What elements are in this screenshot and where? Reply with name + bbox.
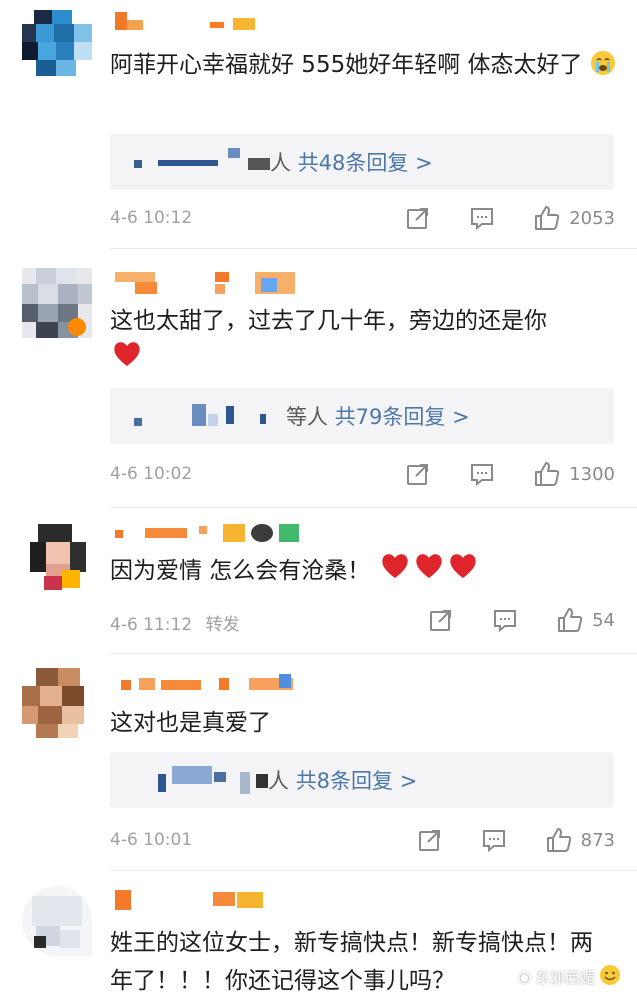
like-button[interactable]: 2053: [533, 204, 615, 232]
timestamp: 4-6 11:12: [110, 615, 193, 635]
watermark: ◉ 东邪西媚: [518, 964, 621, 990]
thumbs-up-icon: [556, 606, 584, 634]
avatar[interactable]: [22, 668, 92, 738]
smile-icon: [599, 964, 621, 990]
view-replies-link[interactable]: 共48条回复 >: [298, 151, 433, 175]
comment-icon: [492, 607, 518, 633]
username-blurred[interactable]: [115, 272, 305, 294]
share-button[interactable]: [405, 205, 431, 231]
comment-text: 这对也是真爱了: [110, 710, 271, 736]
like-count: 873: [580, 829, 615, 851]
share-button[interactable]: [417, 827, 443, 853]
share-button[interactable]: [405, 461, 431, 487]
like-count: 54: [592, 609, 615, 631]
timestamp: 4-6 10:02: [110, 464, 193, 484]
comment-text: 阿菲开心幸福就好 555她好年轻啊 体态太好了: [110, 46, 630, 88]
timestamp: 4-6 10:01: [110, 830, 193, 850]
username-blurred[interactable]: [115, 890, 275, 912]
avatar[interactable]: [22, 886, 92, 956]
comment-button[interactable]: [469, 461, 495, 487]
comment-button[interactable]: [469, 205, 495, 231]
like-button[interactable]: 1300: [533, 460, 615, 488]
comment-text: 这也太甜了，过去了几十年，旁边的还是你: [110, 302, 630, 378]
like-count: 1300: [569, 463, 615, 485]
thumbs-up-icon: [533, 204, 561, 232]
timestamp: 4-6 10:12: [110, 208, 193, 228]
share-icon: [417, 827, 443, 853]
divider: [110, 248, 637, 249]
thumbs-up-icon: [545, 826, 573, 854]
share-icon: [405, 205, 431, 231]
heart-icon: [448, 552, 478, 580]
comment-item: 因为爱情 怎么会有沧桑！ 4-6 11:12 转发 54: [0, 508, 637, 654]
view-replies-link[interactable]: 共8条回复 >: [296, 769, 418, 793]
avatar[interactable]: [22, 520, 92, 590]
heart-icon: [414, 552, 444, 580]
comment-meta: 4-6 11:12 转发: [110, 610, 240, 635]
reply-summary[interactable]: 等人 共79条回复 >: [110, 388, 614, 444]
username-blurred[interactable]: [115, 12, 265, 34]
share-button[interactable]: [428, 607, 454, 633]
share-icon: [428, 607, 454, 633]
avatar[interactable]: [22, 10, 92, 80]
share-icon: [405, 461, 431, 487]
comment-actions: 54: [390, 606, 615, 634]
comment-item: 阿菲开心幸福就好 555她好年轻啊 体态太好了 人 共48条回复 > 4-6 1…: [0, 0, 637, 250]
thumbs-up-icon: [533, 460, 561, 488]
username-blurred[interactable]: [115, 670, 315, 692]
comment-text: 因为爱情 怎么会有沧桑！: [110, 552, 630, 590]
like-button[interactable]: 873: [545, 826, 615, 854]
comment-button[interactable]: [481, 827, 507, 853]
comment-icon: [469, 461, 495, 487]
view-replies-link[interactable]: 共79条回复 >: [335, 405, 470, 429]
username-blurred[interactable]: [115, 522, 315, 544]
reply-summary[interactable]: 人 共48条回复 >: [110, 134, 614, 190]
like-button[interactable]: 54: [556, 606, 615, 634]
comment-actions: 2053: [367, 204, 615, 232]
avatar[interactable]: [22, 268, 92, 338]
comment-item: 这也太甜了，过去了几十年，旁边的还是你 等人 共79条回复 > 4-6 10:0…: [0, 250, 637, 510]
comment-icon: [481, 827, 507, 853]
like-count: 2053: [569, 207, 615, 229]
comment-actions: 1300: [367, 460, 615, 488]
comment-item: 这对也是真爱了 人 共8条回复 > 4-6 10:01 873: [0, 654, 637, 872]
divider: [110, 870, 637, 871]
comment-item: 姓王的这位女士，新专搞快点！新专搞快点！两年了！！！你还记得这个事儿吗？ ◉ 东…: [0, 872, 637, 1000]
comment-actions: 873: [379, 826, 615, 854]
comment-icon: [469, 205, 495, 231]
comment-button[interactable]: [492, 607, 518, 633]
reply-summary[interactable]: 人 共8条回复 >: [110, 752, 614, 808]
heart-icon: [112, 340, 142, 368]
weibo-logo-icon: ◉: [517, 968, 531, 986]
crying-face-icon: [590, 50, 616, 88]
heart-icon: [380, 552, 410, 580]
forward-label[interactable]: 转发: [206, 615, 240, 635]
